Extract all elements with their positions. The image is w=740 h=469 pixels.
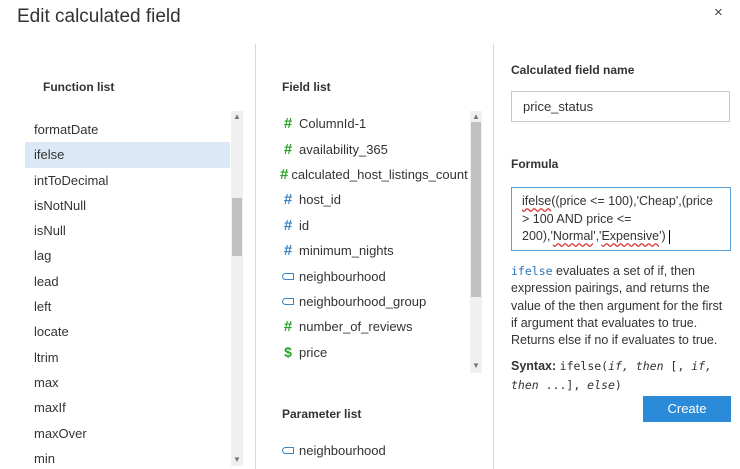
function-list-item[interactable]: maxOver: [25, 421, 230, 446]
function-syntax: Syntax: ifelse(if, then [, if, then ...]…: [511, 357, 731, 395]
calculated-field-name-label: Calculated field name: [511, 63, 635, 77]
formula-label: Formula: [511, 157, 559, 171]
numeric-icon: #: [283, 191, 293, 209]
function-list-item[interactable]: lead: [25, 269, 230, 294]
field-list-item[interactable]: # id: [280, 213, 466, 238]
syntax-label: Syntax:: [511, 359, 557, 373]
column-divider: [493, 44, 494, 469]
formula-token: Expensive: [601, 229, 660, 243]
field-list-item-label: id: [299, 217, 310, 233]
field-list-item[interactable]: neighbourhood_group: [280, 289, 466, 314]
parameter-list-heading: Parameter list: [282, 407, 362, 421]
field-list-item-label: availability_365: [299, 141, 388, 157]
field-list-scroll-thumb[interactable]: [471, 122, 481, 297]
formula-function-token: ifelse: [522, 194, 552, 208]
numeric-icon: #: [283, 115, 293, 133]
function-list-item[interactable]: formatDate: [25, 117, 230, 142]
field-list-item-label: calculated_host_listings_count: [291, 166, 468, 182]
close-icon[interactable]: ×: [714, 4, 723, 21]
syntax-code: ): [614, 378, 622, 392]
syntax-code: if, then: [608, 359, 664, 373]
function-description: ifelse evaluates a set of if, then expre…: [511, 263, 726, 349]
syntax-code: else: [587, 378, 615, 392]
function-list-scrollbar[interactable]: [231, 111, 243, 466]
field-list-item-label: price: [299, 344, 328, 360]
field-list-item[interactable]: # ColumnId-1: [280, 111, 466, 136]
field-list-heading: Field list: [282, 80, 331, 94]
string-tag-icon: [282, 272, 294, 280]
scroll-up-icon[interactable]: ▲: [470, 112, 482, 122]
text-cursor: [668, 229, 670, 244]
field-list-item-label: ColumnId-1: [299, 116, 367, 132]
field-list-item[interactable]: # availability_365: [280, 136, 466, 161]
syntax-code: ...],: [538, 378, 588, 392]
function-list-item[interactable]: ltrim: [25, 345, 230, 370]
field-list-item[interactable]: # calculated_host_listings_count: [280, 162, 468, 187]
field-list-item[interactable]: # host_id: [280, 187, 466, 212]
scroll-up-icon[interactable]: ▲: [231, 112, 243, 122]
function-list-item[interactable]: intToDecimal: [25, 168, 230, 193]
function-list-item[interactable]: min: [25, 446, 230, 469]
numeric-icon: #: [283, 242, 293, 260]
function-list-item[interactable]: locate: [25, 319, 230, 344]
scroll-down-icon[interactable]: ▼: [470, 361, 482, 371]
scroll-down-icon[interactable]: ▼: [231, 455, 243, 465]
function-list-item[interactable]: maxIf: [25, 395, 230, 420]
function-list-item[interactable]: lag: [25, 243, 230, 268]
formula-text: '): [659, 229, 666, 243]
field-list-item-label: number_of_reviews: [299, 319, 413, 335]
parameter-item[interactable]: neighbourhood: [280, 443, 386, 458]
parameter-item-label: neighbourhood: [299, 443, 386, 458]
function-list-item[interactable]: left: [25, 294, 230, 319]
string-tag-icon: [282, 447, 294, 454]
field-list-item-label: minimum_nights: [299, 243, 394, 259]
string-tag-icon: [282, 297, 294, 305]
formula-token: Normal: [552, 229, 594, 243]
numeric-icon: #: [283, 140, 293, 158]
function-list-item[interactable]: max: [25, 370, 230, 395]
function-list-scroll-thumb[interactable]: [232, 198, 242, 256]
function-list: formatDate ifelse intToDecimal isNotNull isN…: [25, 117, 230, 469]
function-list-heading: Function list: [43, 80, 115, 94]
column-divider: [255, 44, 256, 469]
function-list-item[interactable]: isNotNull: [25, 193, 230, 218]
field-list-item-label: neighbourhood: [299, 268, 386, 284]
description-function-name: ifelse: [511, 264, 553, 278]
function-list-item[interactable]: isNull: [25, 218, 230, 243]
calculated-field-name-input[interactable]: price_status: [511, 91, 730, 122]
field-list-item[interactable]: neighbourhood: [280, 263, 466, 288]
numeric-icon: #: [283, 318, 293, 336]
formula-editor[interactable]: ifelse((price <= 100),'Cheap',(price > 1…: [511, 187, 731, 251]
field-list-item[interactable]: # minimum_nights: [280, 238, 466, 263]
create-button[interactable]: Create: [643, 396, 731, 422]
dialog-title: Edit calculated field: [17, 6, 181, 27]
field-list-item[interactable]: $ price: [280, 340, 466, 365]
field-list-item-label: host_id: [299, 192, 341, 208]
syntax-code: ifelse(: [559, 359, 609, 373]
field-list-item[interactable]: # number_of_reviews: [280, 314, 466, 339]
field-list: # ColumnId-1 # availability_365 # calculated_…: [280, 111, 468, 365]
numeric-icon: #: [280, 165, 289, 183]
syntax-code: [,: [663, 359, 692, 373]
numeric-icon: #: [283, 216, 293, 234]
function-list-item[interactable]: ifelse: [25, 142, 230, 168]
currency-icon: $: [284, 344, 292, 361]
field-list-item-label: neighbourhood_group: [299, 293, 427, 309]
